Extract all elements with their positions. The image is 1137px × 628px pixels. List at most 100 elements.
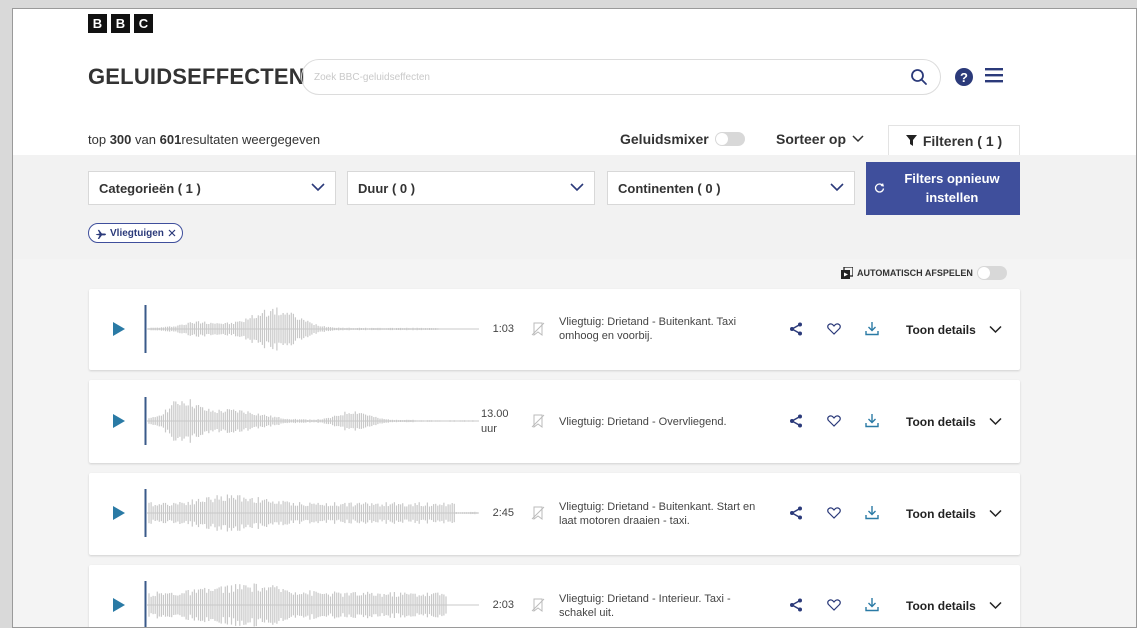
chevron-down-icon[interactable] — [989, 601, 1002, 610]
search-input[interactable] — [314, 71, 894, 83]
chevron-down-icon[interactable] — [989, 509, 1002, 518]
categories-label: Categorieën ( 1 ) — [99, 180, 201, 196]
heart-icon[interactable] — [827, 507, 841, 519]
download-icon[interactable] — [865, 597, 879, 612]
tag-icon[interactable] — [531, 598, 545, 612]
reset-label-line2: instellen — [925, 189, 979, 205]
download-icon[interactable] — [865, 413, 879, 428]
filter-label: Filteren ( 1 ) — [922, 132, 1003, 149]
sort-dropdown[interactable]: Sorteer op — [776, 131, 864, 147]
help-icon[interactable]: ? — [955, 68, 973, 86]
waveform-bars — [147, 494, 479, 532]
heart-icon[interactable] — [827, 323, 841, 335]
chevron-down-icon[interactable] — [989, 417, 1002, 426]
tag-icon[interactable] — [531, 414, 545, 428]
share-icon[interactable] — [789, 322, 803, 336]
results-prefix: top — [88, 132, 107, 147]
share-icon[interactable] — [789, 598, 803, 612]
search-icon[interactable] — [910, 68, 928, 91]
autoplay-control: AUTOMATISCH AFSPELEN — [841, 266, 1007, 280]
sound-card: 1:03 Vliegtuig: Drietand - Buitenkant. T… — [89, 289, 1020, 370]
results-count: top 300 van 601resultaten weergegeven — [88, 132, 320, 147]
chevron-down-icon — [570, 183, 584, 192]
play-icon[interactable] — [113, 414, 125, 428]
waveform[interactable] — [144, 397, 484, 445]
play-icon[interactable] — [113, 322, 125, 336]
show-details-button[interactable]: Toon details — [906, 507, 976, 521]
heart-icon[interactable] — [827, 415, 841, 427]
funnel-icon — [905, 135, 917, 146]
waveform[interactable] — [144, 489, 484, 537]
mixer-label: Geluidsmixer — [620, 131, 709, 147]
sound-card: 2:45 Vliegtuig: Drietand - Buitenkant. S… — [89, 473, 1020, 555]
sound-description[interactable]: Vliegtuig: Drietand - Buitenkant. Taxi o… — [559, 315, 769, 344]
site-title[interactable]: GELUIDSEFFECTEN — [88, 64, 305, 90]
download-icon[interactable] — [865, 505, 879, 520]
share-icon[interactable] — [789, 414, 803, 428]
sound-description[interactable]: Vliegtuig: Drietand - Interieur. Taxi - … — [559, 592, 769, 621]
show-details-button[interactable]: Toon details — [906, 323, 976, 337]
results-suffix: resultaten weergegeven — [181, 132, 321, 147]
continents-label: Continenten ( 0 ) — [618, 180, 721, 196]
sound-duration: 2:45 — [492, 507, 514, 519]
header: GELUIDSEFFECTEN ? — [88, 59, 1028, 95]
sound-duration: 1:03 — [492, 323, 514, 335]
sound-card: 2:03 Vliegtuig: Drietand - Interieur. Ta… — [89, 565, 1020, 628]
waveform-bars — [147, 583, 479, 627]
show-details-button[interactable]: Toon details — [906, 599, 976, 613]
sound-description[interactable]: Vliegtuig: Drietand - Overvliegend. — [559, 415, 769, 429]
chevron-down-icon — [830, 183, 844, 192]
sound-duration: 2:03 — [492, 599, 514, 611]
play-icon[interactable] — [113, 506, 125, 520]
duration-value: 13.00 — [481, 408, 509, 420]
tag-icon[interactable] — [531, 506, 545, 520]
playlist-icon — [841, 267, 853, 279]
results-middle: van — [135, 132, 156, 147]
share-icon[interactable] — [789, 506, 803, 520]
reset-label: Filters opnieuw instellen — [904, 170, 999, 206]
heart-icon[interactable] — [827, 599, 841, 611]
filter-button[interactable]: Filteren ( 1 ) — [888, 125, 1020, 155]
download-icon[interactable] — [865, 321, 879, 336]
logo-letter-b2: B — [111, 14, 130, 33]
tag-icon[interactable] — [531, 322, 545, 336]
reset-filters-button[interactable]: Filters opnieuw instellen — [866, 162, 1020, 215]
waveform[interactable] — [144, 305, 484, 353]
results-list: AUTOMATISCH AFSPELEN 1:03 Vliegtuig: Dri… — [13, 259, 1136, 628]
autoplay-toggle[interactable] — [976, 266, 1007, 280]
sound-mixer: Geluidsmixer — [620, 131, 745, 147]
logo-letter-b1: B — [88, 14, 107, 33]
sound-card: 13.00 uur Vliegtuig: Drietand - Overvlie… — [89, 380, 1020, 463]
waveform[interactable] — [144, 581, 484, 628]
menu-icon[interactable] — [985, 67, 1003, 88]
close-icon[interactable] — [168, 229, 176, 237]
airplane-icon — [95, 229, 106, 239]
filter-panel: Categorieën ( 1 ) Duur ( 0 ) Continenten… — [13, 155, 1136, 259]
bbc-logo[interactable]: B B C — [88, 14, 153, 33]
play-icon[interactable] — [113, 598, 125, 612]
waveform-bars — [147, 399, 479, 443]
duration-unit: uur — [481, 423, 497, 436]
autoplay-label: AUTOMATISCH AFSPELEN — [857, 268, 973, 278]
browser-frame: B B C GELUIDSEFFECTEN ? top 300 van 601r… — [12, 8, 1137, 628]
results-shown: 300 — [109, 132, 132, 147]
chevron-down-icon — [852, 135, 864, 143]
waveform-bars — [147, 307, 479, 351]
sound-description[interactable]: Vliegtuig: Drietand - Buitenkant. Start … — [559, 500, 769, 529]
chevron-down-icon[interactable] — [989, 325, 1002, 334]
sort-label: Sorteer op — [776, 131, 847, 147]
results-bar: top 300 van 601resultaten weergegeven Ge… — [88, 125, 1033, 155]
show-details-button[interactable]: Toon details — [906, 415, 976, 429]
sound-duration: 13.00 uur — [469, 407, 514, 438]
logo-letter-c: C — [134, 14, 153, 33]
duration-label: Duur ( 0 ) — [358, 180, 416, 196]
duration-dropdown[interactable]: Duur ( 0 ) — [347, 171, 595, 205]
categories-dropdown[interactable]: Categorieën ( 1 ) — [88, 171, 336, 205]
continents-dropdown[interactable]: Continenten ( 0 ) — [607, 171, 855, 205]
chip-label: Vliegtuigen — [110, 227, 164, 239]
mixer-toggle[interactable] — [714, 132, 745, 146]
reset-label-line1: Filters opnieuw — [904, 171, 1000, 187]
chevron-down-icon — [311, 183, 325, 192]
filter-chip-aircraft[interactable]: Vliegtuigen — [88, 223, 183, 243]
search-box — [301, 59, 941, 95]
